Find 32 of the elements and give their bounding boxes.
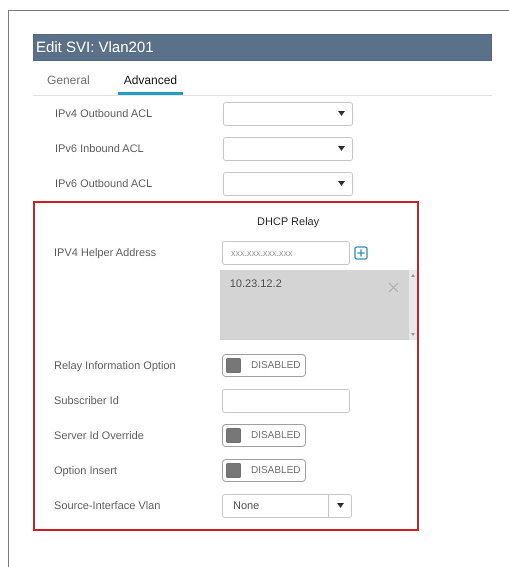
dialog-title: Edit SVI: Vlan201 [33,34,492,61]
input-field[interactable]: xxx.xxx.xxx.xxx [222,240,350,264]
field-label: IPv4 Outbound ACL [54,108,154,120]
tab[interactable]: General [41,73,96,95]
field-label: IPv6 Inbound ACL [54,142,145,154]
scroll-up-icon[interactable] [411,274,415,277]
scrollbar[interactable] [409,270,417,340]
dropdown[interactable] [223,172,353,196]
section-title: DHCP Relay [256,215,320,230]
tab[interactable]: Advanced [118,73,184,95]
field-label: Source-Interface Vlan [53,500,162,512]
field-label: IPV4 Helper Address [53,246,158,258]
toggle-switch[interactable]: DISABLED [222,459,306,482]
dropdown[interactable] [223,136,353,160]
field-label: Option Insert [53,464,118,476]
scroll-down-icon[interactable] [411,333,415,336]
toggle-switch[interactable]: DISABLED [222,424,306,447]
close-icon[interactable] [388,282,399,293]
caret-icon [338,111,344,116]
toggle-switch[interactable]: DISABLED [222,354,306,377]
dropdown[interactable] [223,102,353,126]
list-item: 10.23.12.2 [230,278,282,290]
field-label: Relay Information Option [53,360,177,372]
caret-icon [338,146,344,151]
caret-icon [336,503,344,508]
field-label: Subscriber Id [53,394,120,406]
caret-icon [338,181,344,186]
add-icon[interactable] [354,246,368,260]
dropdown[interactable]: None [222,494,352,518]
input-field[interactable] [222,388,350,412]
field-label: IPv6 Outbound ACL [54,178,154,190]
field-label: Server Id Override [53,430,145,442]
